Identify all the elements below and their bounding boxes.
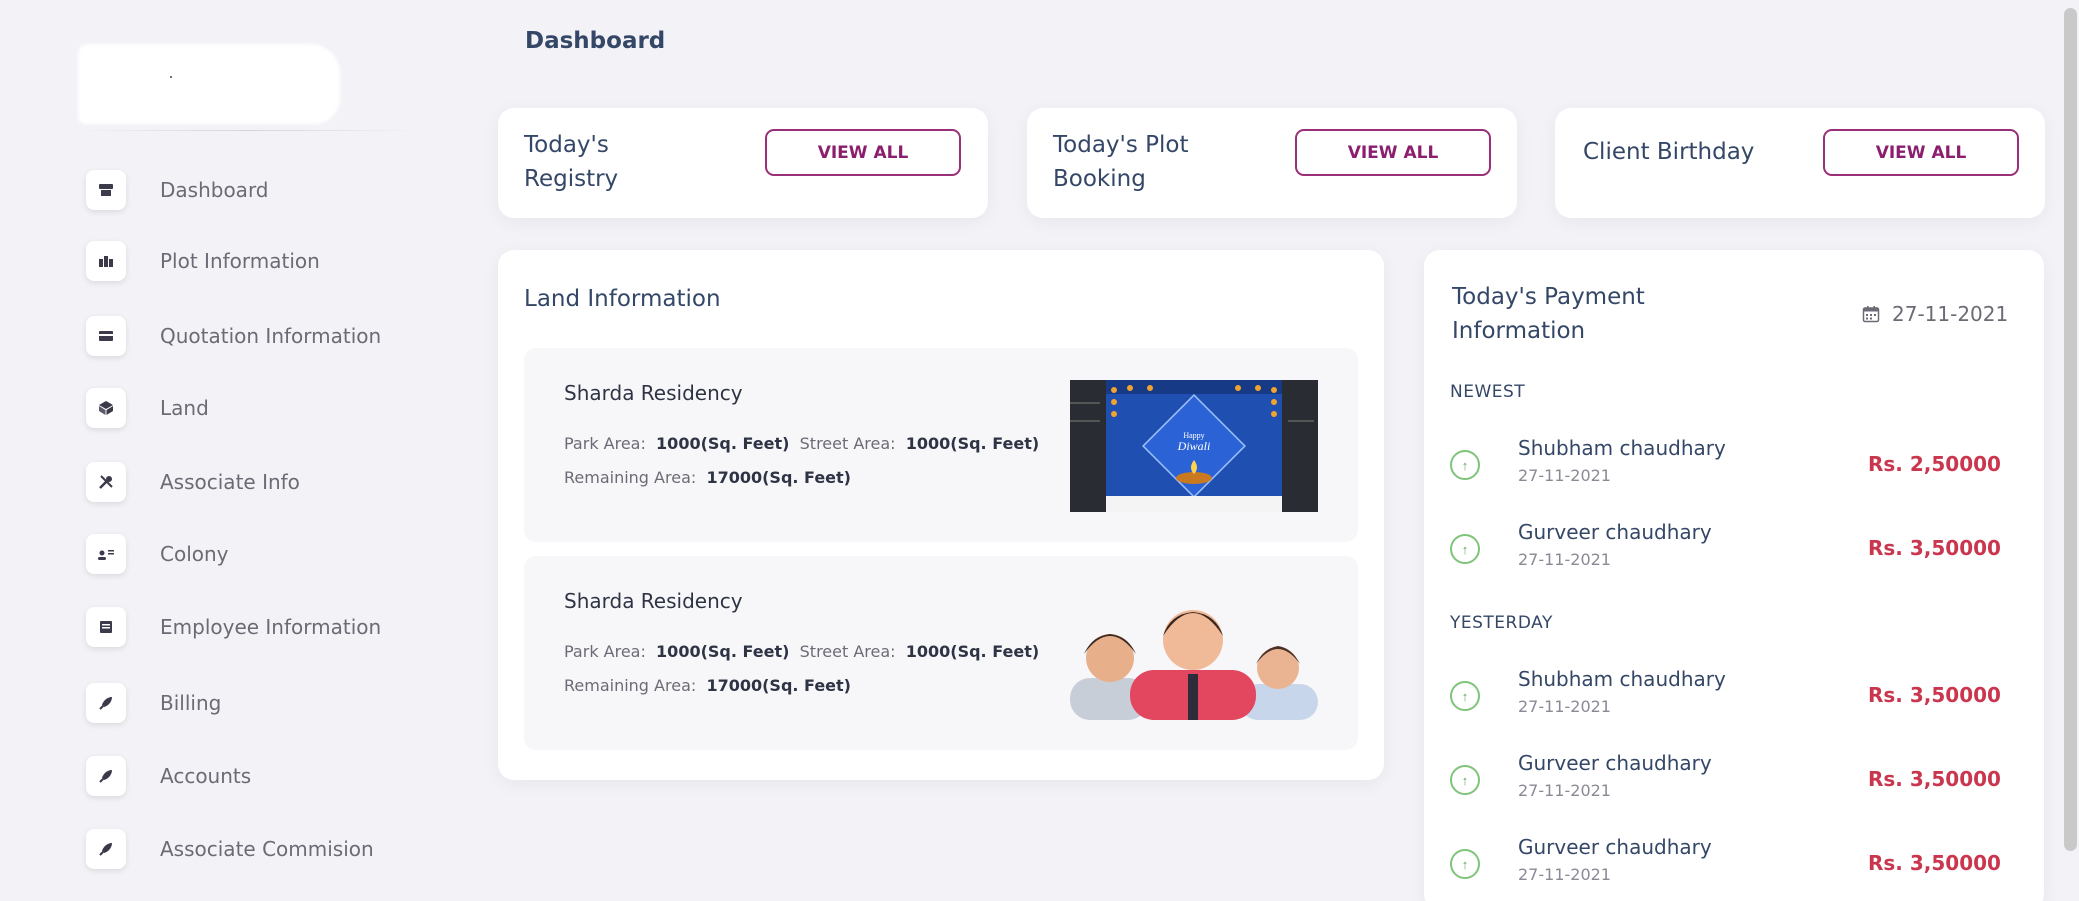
payment-row-date: 27-11-2021	[1518, 865, 1611, 884]
rocket-icon	[86, 683, 126, 723]
credit-card-icon	[86, 316, 126, 356]
sidebar-item-label: Accounts	[160, 764, 252, 788]
land-name: Sharda Residency	[564, 589, 743, 613]
sidebar-item-label: Plot Information	[160, 249, 320, 273]
land-information-card: Land Information Sharda Residency Park A…	[498, 250, 1384, 780]
arrow-up-icon: ↑	[1450, 450, 1480, 480]
sidebar-item-plot-information[interactable]: Plot Information	[86, 241, 320, 281]
people-thumbnail	[1070, 588, 1318, 720]
payer-name: Gurveer chaudhary	[1518, 835, 1712, 859]
payment-row[interactable]: ↑ Shubham chaudhary 27-11-2021 Rs. 2,500…	[1450, 436, 2010, 496]
payer-name: Shubham chaudhary	[1518, 436, 1726, 460]
remaining-area-line: Remaining Area: 17000(Sq. Feet)	[564, 468, 851, 487]
arrow-up-icon: ↑	[1450, 765, 1480, 795]
land-name: Sharda Residency	[564, 381, 743, 405]
payment-row[interactable]: ↑ Gurveer chaudhary 27-11-2021 Rs. 3,500…	[1450, 835, 2010, 895]
payment-date: 27-11-2021	[1892, 302, 2009, 326]
payment-amount: Rs. 3,50000	[1868, 851, 2001, 875]
land-thumbnail: Happy Diwali	[1070, 380, 1318, 512]
payment-amount: Rs. 3,50000	[1868, 683, 2001, 707]
sidebar-item-associate-info[interactable]: Associate Info	[86, 462, 300, 502]
sidebar-item-label: Associate Commision	[160, 837, 374, 861]
sidebar: Dashboard Plot Information Quotation Inf…	[10, 0, 465, 901]
sidebar-item-quotation-information[interactable]: Quotation Information	[86, 316, 381, 356]
view-all-birthday-button[interactable]: VIEW ALL	[1823, 129, 2019, 176]
section-title: Land Information	[524, 286, 721, 312]
sidebar-item-accounts[interactable]: Accounts	[86, 756, 251, 796]
registry-card: Today's Registry VIEW ALL	[498, 108, 988, 218]
sidebar-item-colony[interactable]: Colony	[86, 534, 229, 574]
payment-row-date: 27-11-2021	[1518, 466, 1611, 485]
payment-row[interactable]: ↑ Shubham chaudhary 27-11-2021 Rs. 3,500…	[1450, 667, 2010, 727]
payer-name: Gurveer chaudhary	[1518, 751, 1712, 775]
sidebar-item-label: Employee Information	[160, 615, 382, 639]
page-scrollbar[interactable]	[2064, 8, 2077, 851]
box-icon	[86, 388, 126, 428]
document-icon	[86, 607, 126, 647]
payment-row[interactable]: ↑ Gurveer chaudhary 27-11-2021 Rs. 3,500…	[1450, 520, 2010, 580]
thumb-text-diwali: Diwali	[1177, 439, 1211, 453]
card-title: Client Birthday	[1583, 139, 1755, 165]
sidebar-item-label: Associate Info	[160, 470, 300, 494]
land-area-line: Park Area: 1000(Sq. Feet) Street Area: 1…	[564, 642, 1040, 661]
client-birthday-card: Client Birthday VIEW ALL	[1555, 108, 2045, 218]
payment-row-date: 27-11-2021	[1518, 697, 1611, 716]
users-icon	[86, 534, 126, 574]
payment-row[interactable]: ↑ Gurveer chaudhary 27-11-2021 Rs. 3,500…	[1450, 751, 2010, 811]
payment-amount: Rs. 3,50000	[1868, 536, 2001, 560]
sidebar-item-associate-commision[interactable]: Associate Commision	[86, 829, 374, 869]
rocket-icon	[86, 756, 126, 796]
land-area-line: Park Area: 1000(Sq. Feet) Street Area: 1…	[564, 434, 1040, 453]
payer-name: Shubham chaudhary	[1518, 667, 1726, 691]
sidebar-divider	[75, 130, 421, 131]
sidebar-item-label: Quotation Information	[160, 324, 382, 348]
payment-row-date: 27-11-2021	[1518, 781, 1611, 800]
sidebar-item-employee-information[interactable]: Employee Information	[86, 607, 381, 647]
building-icon	[86, 241, 126, 281]
plot-booking-card: Today's Plot Booking VIEW ALL	[1027, 108, 1517, 218]
land-item[interactable]: Sharda Residency Park Area: 1000(Sq. Fee…	[524, 348, 1358, 542]
page-title: Dashboard	[525, 28, 666, 54]
card-title: Today's Registry	[524, 132, 619, 192]
store-icon	[86, 170, 126, 210]
calendar-icon	[1862, 306, 1880, 323]
sidebar-item-label: Land	[160, 396, 209, 420]
payment-amount: Rs. 3,50000	[1868, 767, 2001, 791]
payment-amount: Rs. 2,50000	[1868, 452, 2001, 476]
payer-name: Gurveer chaudhary	[1518, 520, 1712, 544]
section-title: Today's Payment Information	[1452, 284, 1645, 344]
arrow-up-icon: ↑	[1450, 534, 1480, 564]
arrow-up-icon: ↑	[1450, 849, 1480, 879]
payment-row-date: 27-11-2021	[1518, 550, 1611, 569]
land-item[interactable]: Sharda Residency Park Area: 1000(Sq. Fee…	[524, 556, 1358, 750]
rocket-icon	[86, 829, 126, 869]
remaining-area-line: Remaining Area: 17000(Sq. Feet)	[564, 676, 851, 695]
sidebar-item-dashboard[interactable]: Dashboard	[86, 170, 269, 210]
yesterday-label: YESTERDAY	[1450, 613, 1553, 633]
tools-icon	[86, 462, 126, 502]
payment-information-card: Today's Payment Information 27-11-2021 N…	[1424, 250, 2044, 901]
brand-logo[interactable]	[78, 44, 340, 124]
logo-mark	[170, 76, 172, 78]
sidebar-item-billing[interactable]: Billing	[86, 683, 221, 723]
sidebar-item-label: Dashboard	[160, 178, 269, 202]
sidebar-item-label: Billing	[160, 691, 222, 715]
sidebar-item-land[interactable]: Land	[86, 388, 209, 428]
sidebar-item-label: Colony	[160, 542, 229, 566]
view-all-plot-booking-button[interactable]: VIEW ALL	[1295, 129, 1491, 176]
card-title: Today's Plot Booking	[1053, 132, 1189, 192]
payment-date-picker[interactable]: 27-11-2021	[1862, 302, 2008, 326]
newest-label: NEWEST	[1450, 382, 1526, 402]
view-all-registry-button[interactable]: VIEW ALL	[765, 129, 961, 176]
arrow-up-icon: ↑	[1450, 681, 1480, 711]
